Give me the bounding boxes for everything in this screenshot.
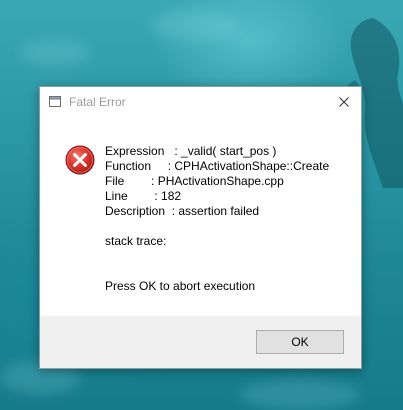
water-caustic <box>240 380 360 410</box>
message-row-function: Function : CPHActivationShape::Create <box>105 159 329 174</box>
error-message: Expression : _valid( start_pos ) Functio… <box>105 144 329 294</box>
row-value: PHActivationShape.cpp <box>157 174 284 188</box>
message-row-expression: Expression : _valid( start_pos ) <box>105 144 329 159</box>
window-title: Fatal Error <box>69 95 126 109</box>
row-key: Function <box>105 159 152 173</box>
row-separator: : <box>164 144 182 158</box>
error-icon <box>65 145 95 175</box>
fatal-error-dialog: Fatal Error Expression: _valid(start_p… <box>39 86 362 369</box>
close-button[interactable] <box>327 87 361 117</box>
row-value: _valid( start_pos ) <box>181 144 277 158</box>
abort-prompt: Press OK to abort execution <box>105 279 256 293</box>
application-window-icon <box>49 96 61 107</box>
row-separator: : <box>151 159 175 173</box>
row-value: 182 <box>161 189 182 203</box>
stack-trace-label: stack trace: <box>105 234 167 248</box>
message-row-line: Line : 182 <box>105 189 329 204</box>
ok-button[interactable]: OK <box>256 330 344 354</box>
water-caustic <box>20 40 90 65</box>
dialog-content: Expression : _valid( start_pos ) Functio… <box>40 117 361 318</box>
row-value: CPHActivationShape::Create <box>174 159 330 173</box>
message-row-description: Description : assertion failed <box>105 204 329 219</box>
row-value: assertion failed <box>178 204 260 218</box>
message-row-file: File : PHActivationShape.cpp <box>105 174 329 189</box>
water-caustic <box>150 10 240 40</box>
desktop-background: Fatal Error Expression: _valid(start_p… <box>0 0 403 410</box>
dialog-footer: OK <box>40 316 361 368</box>
close-icon <box>339 97 349 107</box>
row-key: Description <box>105 204 166 218</box>
row-key: Line <box>105 189 128 203</box>
title-bar: Fatal Error <box>40 87 361 117</box>
row-separator: : <box>127 189 162 203</box>
row-key: Expression <box>105 144 165 158</box>
row-key: File <box>105 174 125 188</box>
row-separator: : <box>124 174 158 188</box>
row-separator: : <box>165 204 179 218</box>
